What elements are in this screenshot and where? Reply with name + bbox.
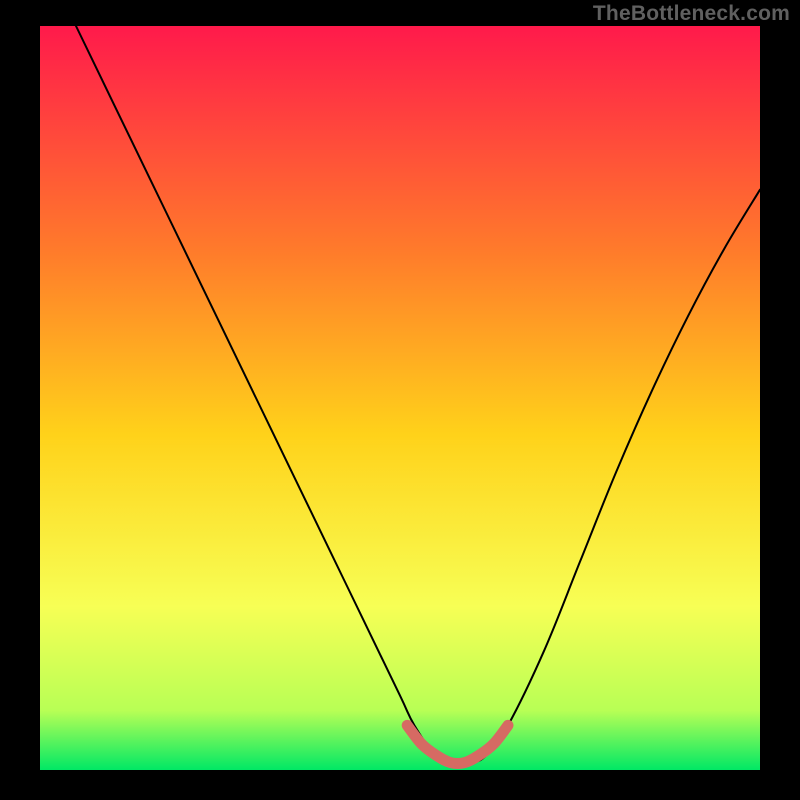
chart-frame: TheBottleneck.com [0, 0, 800, 800]
bottleneck-chart [0, 0, 800, 800]
attribution-text: TheBottleneck.com [593, 2, 790, 26]
plot-background [40, 26, 760, 770]
